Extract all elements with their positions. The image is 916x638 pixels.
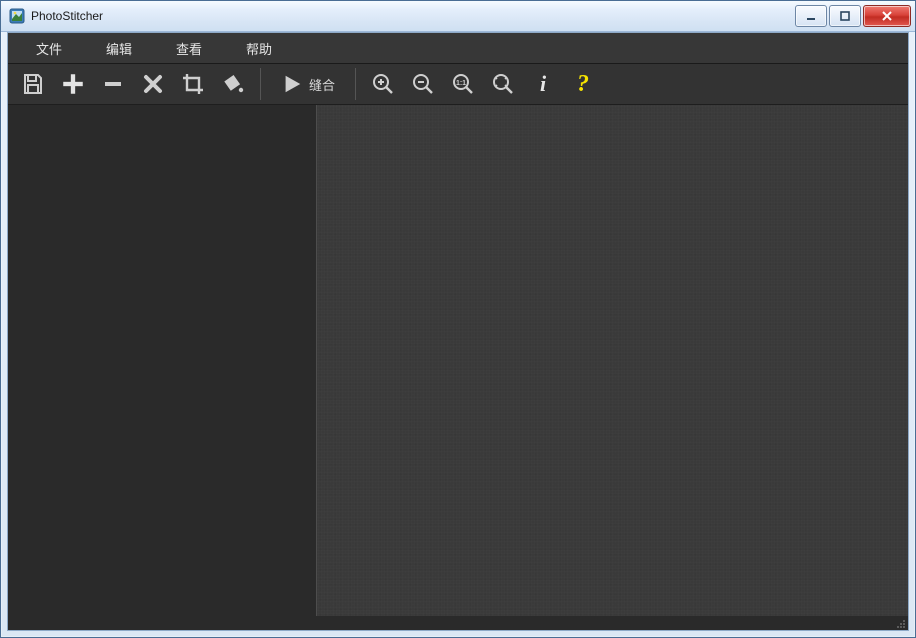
svg-text:1:1: 1:1: [456, 80, 466, 87]
x-icon: [141, 72, 165, 96]
zoom-fit-button[interactable]: [486, 67, 520, 101]
crop-button[interactable]: [176, 67, 210, 101]
statusbar: [8, 616, 908, 630]
image-list-panel[interactable]: [8, 105, 317, 616]
toolbar: 缝合: [8, 64, 908, 105]
minimize-icon: [805, 10, 817, 22]
menu-edit[interactable]: 编辑: [84, 33, 154, 64]
app-body: 文件 编辑 查看 帮助: [7, 32, 909, 631]
app-icon: [9, 8, 25, 24]
zoom-1to1-icon: 1:1: [451, 72, 475, 96]
window-title: PhotoStitcher: [31, 9, 103, 23]
stitch-label: 缝合: [309, 75, 335, 94]
preview-canvas[interactable]: [317, 105, 908, 616]
crop-icon: [181, 72, 205, 96]
close-button[interactable]: [863, 5, 911, 27]
menubar: 文件 编辑 查看 帮助: [8, 33, 908, 64]
help-button[interactable]: ?: [566, 67, 600, 101]
menu-view[interactable]: 查看: [154, 33, 224, 64]
menu-help[interactable]: 帮助: [224, 33, 294, 64]
close-icon: [880, 10, 894, 22]
play-icon: [281, 73, 303, 95]
content-area: [8, 105, 908, 616]
zoom-in-icon: [371, 72, 395, 96]
add-button[interactable]: [56, 67, 90, 101]
maximize-icon: [839, 10, 851, 22]
clear-button[interactable]: [136, 67, 170, 101]
titlebar[interactable]: PhotoStitcher: [1, 1, 915, 32]
stitch-button[interactable]: 缝合: [271, 67, 345, 101]
toolbar-separator: [260, 68, 261, 100]
zoom-fit-icon: [491, 72, 515, 96]
fill-button[interactable]: [216, 67, 250, 101]
plus-icon: [60, 71, 86, 97]
toolbar-separator-2: [355, 68, 356, 100]
paint-bucket-icon: [221, 72, 245, 96]
save-icon: [21, 72, 45, 96]
minus-icon: [101, 72, 125, 96]
app-window: PhotoStitcher 文件: [0, 0, 916, 638]
info-button[interactable]: i: [526, 67, 560, 101]
help-icon: ?: [577, 71, 589, 98]
zoom-actual-button[interactable]: 1:1: [446, 67, 480, 101]
maximize-button[interactable]: [829, 5, 861, 27]
menu-file[interactable]: 文件: [14, 33, 84, 64]
remove-button[interactable]: [96, 67, 130, 101]
zoom-out-icon: [411, 72, 435, 96]
info-icon: i: [540, 71, 546, 97]
window-controls: [795, 5, 911, 27]
save-button[interactable]: [16, 67, 50, 101]
minimize-button[interactable]: [795, 5, 827, 27]
zoom-in-button[interactable]: [366, 67, 400, 101]
resize-grip-icon[interactable]: [894, 617, 906, 629]
zoom-out-button[interactable]: [406, 67, 440, 101]
